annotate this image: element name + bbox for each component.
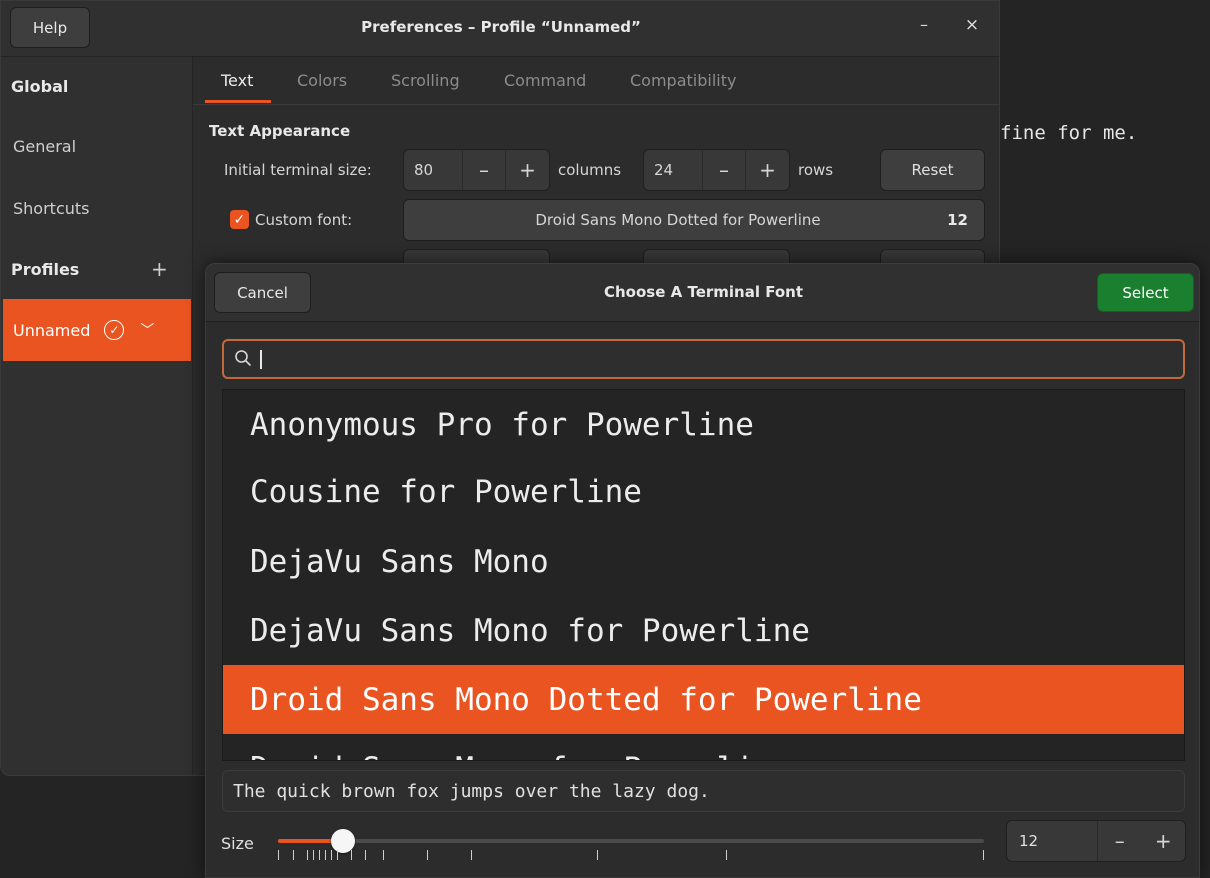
slider-tick	[307, 850, 308, 860]
font-list-item[interactable]: DejaVu Sans Mono for Powerline	[223, 596, 1184, 665]
minimize-icon[interactable]: –	[913, 15, 935, 41]
dialog-title: Choose A Terminal Font	[604, 283, 803, 301]
font-list-item-selected[interactable]: Droid Sans Mono Dotted for Powerline	[223, 665, 1184, 734]
font-list-item[interactable]: DejaVu Sans Mono	[223, 527, 1184, 596]
obscured-spinner	[643, 249, 790, 263]
sidebar-item-shortcuts[interactable]: Shortcuts	[13, 199, 89, 218]
rows-decrease-button[interactable]: –	[703, 150, 746, 190]
size-value[interactable]: 12	[1007, 821, 1099, 861]
initial-size-label: Initial terminal size:	[224, 161, 372, 179]
size-label: Size	[221, 834, 254, 853]
rows-label: rows	[798, 161, 834, 179]
slider-tick	[319, 850, 320, 860]
slider-tick	[325, 850, 326, 860]
slider-tick	[471, 850, 472, 860]
tab-text[interactable]: Text	[221, 71, 253, 90]
slider-tick	[313, 850, 314, 860]
font-preview-text: The quick brown fox jumps over the lazy …	[222, 770, 1185, 812]
rows-increase-button[interactable]: +	[746, 150, 789, 190]
size-increase-button[interactable]: +	[1142, 821, 1185, 861]
custom-font-label: Custom font:	[255, 211, 353, 229]
select-button[interactable]: Select	[1097, 273, 1194, 312]
slider-tick	[383, 850, 384, 860]
dialog-header-bar: Cancel Choose A Terminal Font Select	[206, 264, 1199, 322]
font-picker-button[interactable]: Droid Sans Mono Dotted for Powerline 12	[403, 199, 985, 241]
font-list[interactable]: Anonymous Pro for Powerline Cousine for …	[222, 389, 1185, 761]
sidebar-item-general[interactable]: General	[13, 137, 76, 156]
profile-name: Unnamed	[13, 320, 91, 340]
sidebar-item-profile-unnamed[interactable]: Unnamed ✓ ﹀	[3, 299, 191, 361]
columns-spinner: 80 – +	[403, 149, 550, 191]
sidebar-heading-profiles: Profiles	[11, 260, 80, 279]
rows-value[interactable]: 24	[644, 150, 703, 190]
terminal-output-text: fine for me.	[1000, 122, 1138, 144]
text-cursor	[260, 350, 262, 369]
slider-tick	[983, 850, 984, 860]
preferences-header-bar: Help Preferences – Profile “Unnamed” – ×	[1, 1, 999, 57]
tab-bar: Text Colors Scrolling Command Compatibil…	[193, 57, 999, 105]
close-icon[interactable]: ×	[959, 15, 985, 41]
font-picker-size: 12	[947, 211, 968, 229]
sidebar-heading-global: Global	[11, 77, 69, 96]
size-decrease-button[interactable]: –	[1098, 821, 1141, 861]
columns-decrease-button[interactable]: –	[463, 150, 506, 190]
slider-tick	[331, 850, 332, 860]
tab-colors[interactable]: Colors	[297, 71, 347, 90]
active-tab-indicator	[205, 100, 271, 103]
custom-font-checkbox[interactable]: ✓	[230, 210, 249, 229]
slider-tick	[427, 850, 428, 860]
slider-tick	[726, 850, 727, 860]
rows-spinner: 24 – +	[643, 149, 790, 191]
search-icon	[235, 350, 251, 366]
reset-button[interactable]: Reset	[880, 149, 985, 191]
font-list-item[interactable]: Droid Sans Mono for Powerline	[223, 734, 1184, 761]
obscured-spinner	[403, 249, 550, 263]
slider-tick	[597, 850, 598, 860]
sidebar: Global General Shortcuts Profiles + Unna…	[1, 57, 193, 775]
size-slider-track[interactable]	[278, 839, 984, 843]
font-picker-name: Droid Sans Mono Dotted for Powerline	[535, 211, 821, 229]
font-list-item[interactable]: Cousine for Powerline	[223, 457, 1184, 526]
add-profile-icon[interactable]: +	[151, 257, 168, 281]
obscured-button	[880, 249, 985, 263]
default-profile-check-icon: ✓	[104, 320, 125, 340]
slider-tick	[351, 850, 352, 860]
columns-label: columns	[558, 161, 622, 179]
tab-scrolling[interactable]: Scrolling	[391, 71, 460, 90]
slider-tick	[337, 850, 338, 860]
font-search-input[interactable]	[222, 339, 1185, 379]
columns-increase-button[interactable]: +	[506, 150, 549, 190]
font-chooser-dialog: Cancel Choose A Terminal Font Select Ano…	[205, 263, 1200, 878]
columns-value[interactable]: 80	[404, 150, 463, 190]
slider-tick	[293, 850, 294, 860]
tab-compatibility[interactable]: Compatibility	[630, 71, 736, 90]
chevron-down-icon[interactable]: ﹀	[140, 320, 154, 340]
tab-command[interactable]: Command	[504, 71, 586, 90]
window-title: Preferences – Profile “Unnamed”	[361, 18, 641, 36]
size-spinner: 12 – +	[1006, 820, 1186, 862]
slider-tick	[365, 850, 366, 860]
font-list-item[interactable]: Anonymous Pro for Powerline	[223, 390, 1184, 459]
section-title-text-appearance: Text Appearance	[209, 122, 351, 140]
slider-tick	[278, 850, 279, 860]
